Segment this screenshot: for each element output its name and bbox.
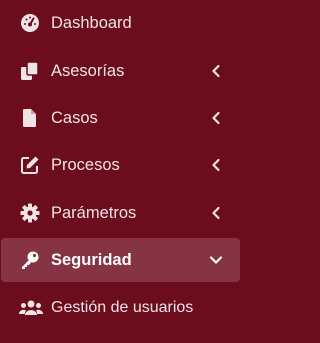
sidebar: Dashboard Asesorías Casos Procesos Parám… [0, 0, 247, 343]
sidebar-item-parametros[interactable]: Parámetros [0, 190, 247, 236]
chevron-left-icon [209, 111, 223, 125]
sidebar-item-label: Asesorías [51, 62, 125, 80]
chevron-down-icon [209, 253, 223, 267]
sidebar-item-label: Dashboard [51, 14, 132, 32]
sidebar-item-label: Gestión de usuarios [51, 299, 194, 316]
chevron-left-icon [209, 206, 223, 220]
chevron-left-icon [209, 158, 223, 172]
sidebar-item-asesorias[interactable]: Asesorías [0, 48, 247, 94]
edit-icon [20, 155, 40, 175]
users-icon [19, 298, 43, 318]
sidebar-item-label: Parámetros [51, 204, 137, 222]
sidebar-item-procesos[interactable]: Procesos [0, 142, 247, 188]
sidebar-item-casos[interactable]: Casos [0, 95, 247, 141]
chevron-left-icon [209, 64, 223, 78]
sidebar-item-label: Seguridad [51, 251, 132, 269]
sidebar-item-label: Procesos [51, 156, 120, 174]
copy-icon [20, 61, 40, 81]
sidebar-item-dashboard[interactable]: Dashboard [0, 0, 247, 46]
sidebar-item-seguridad[interactable]: Seguridad [1, 238, 240, 282]
tachometer-icon [20, 13, 40, 33]
file-icon [20, 108, 40, 128]
key-icon [20, 250, 40, 270]
sidebar-item-label: Casos [51, 109, 98, 127]
gear-icon [20, 203, 40, 223]
sidebar-item-gestion-usuarios[interactable]: Gestión de usuarios [0, 285, 247, 331]
